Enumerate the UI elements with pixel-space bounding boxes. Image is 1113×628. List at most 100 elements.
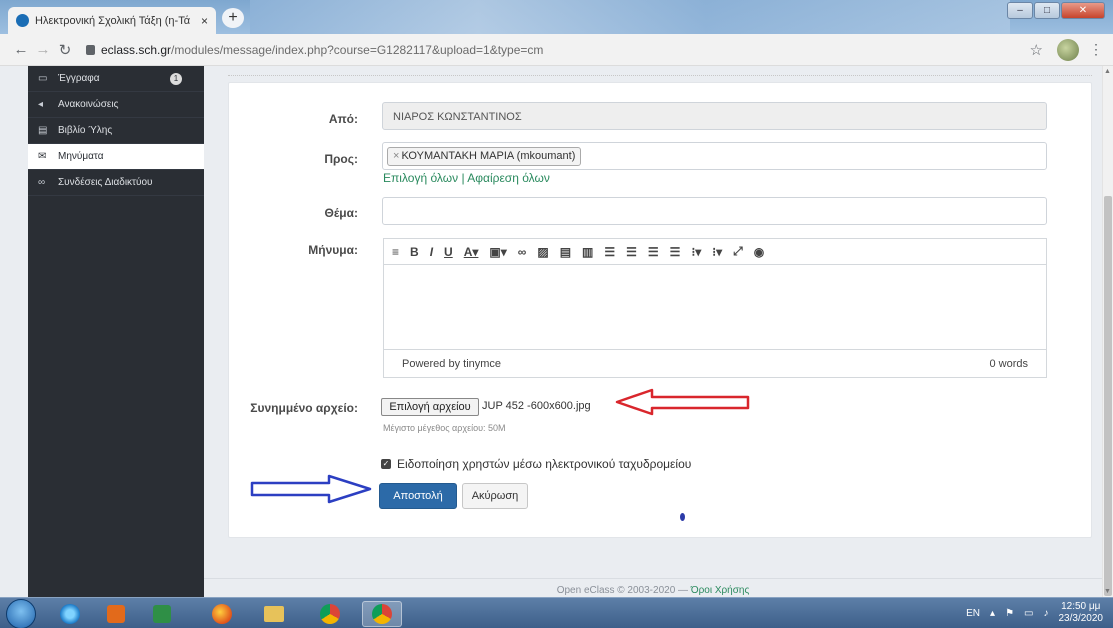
megaphone-icon: ◂ bbox=[38, 99, 44, 110]
format-menu-icon[interactable]: ≡ bbox=[392, 245, 399, 259]
insert-image-icon[interactable]: ▨ bbox=[537, 245, 548, 259]
sidebar-item-messages[interactable]: ✉ Μηνύματα bbox=[28, 144, 204, 170]
word-count: 0 words bbox=[989, 357, 1028, 370]
sidebar-item-documents[interactable]: ▭ Έγγραφα 1 bbox=[28, 66, 204, 92]
language-indicator[interactable]: EN bbox=[966, 608, 980, 619]
mouse-cursor-dot bbox=[680, 513, 685, 521]
scroll-up-arrow-icon[interactable]: ▲ bbox=[1104, 68, 1111, 75]
choose-file-button[interactable]: Επιλογή αρχείου bbox=[381, 398, 479, 416]
internet-explorer-icon[interactable] bbox=[50, 601, 90, 627]
lock-icon bbox=[86, 44, 95, 55]
insert-file-icon[interactable]: ▥ bbox=[582, 245, 593, 259]
volume-icon[interactable]: ♪ bbox=[1044, 608, 1049, 619]
subject-input[interactable] bbox=[382, 197, 1047, 225]
align-justify-icon[interactable]: ☰ bbox=[670, 245, 681, 259]
background-color-icon[interactable]: ▣▾ bbox=[489, 245, 506, 259]
chrome-icon[interactable] bbox=[310, 601, 350, 627]
network-icon[interactable]: ▭ bbox=[1024, 608, 1033, 619]
browser-menu-icon[interactable]: ⋮ bbox=[1089, 41, 1103, 58]
count-badge: 1 bbox=[170, 73, 182, 85]
editor-toolbar: ≡ B I U A▾ ▣▾ ∞ ▨ ▤ ▥ ☰ ☰ ☰ ☰ ⁝▾ ⁝▾ ⤢ ◉ bbox=[384, 239, 1046, 265]
align-center-icon[interactable]: ☰ bbox=[626, 245, 637, 259]
preview-eye-icon[interactable]: ◉ bbox=[754, 245, 764, 259]
folder-icon: ▭ bbox=[38, 73, 48, 84]
from-label: Από: bbox=[328, 112, 358, 126]
recipient-tag-label: ΚΟΥΜΑΝΤΑΚΗ ΜΑΡΙΑ (mkoumant) bbox=[401, 150, 576, 162]
page-scrollbar[interactable]: ▲ ▼ bbox=[1102, 66, 1113, 597]
clock[interactable]: 12:50 μμ 23/3/2020 bbox=[1059, 601, 1104, 625]
sidebar-item-label: Βιβλίο Ύλης bbox=[58, 125, 113, 136]
tray-expand-icon[interactable]: ▴ bbox=[990, 608, 995, 619]
attachment-label: Συνημμένο αρχείο: bbox=[250, 401, 358, 415]
bold-icon[interactable]: B bbox=[410, 245, 419, 259]
sidebar-item-announcements[interactable]: ◂ Ανακοινώσεις bbox=[28, 92, 204, 118]
italic-icon[interactable]: I bbox=[430, 245, 433, 259]
screen: Ηλεκτρονική Σχολική Τάξη (η-Τά × + – □ ✕… bbox=[0, 0, 1113, 628]
reload-icon[interactable]: ↻ bbox=[54, 41, 76, 59]
remove-tag-icon[interactable]: × bbox=[393, 150, 399, 162]
align-right-icon[interactable]: ☰ bbox=[648, 245, 659, 259]
insert-link-icon[interactable]: ∞ bbox=[518, 245, 527, 259]
bookmark-star-icon[interactable]: ☆ bbox=[1030, 41, 1043, 59]
link-separator: | bbox=[461, 171, 465, 185]
link-icon: ∞ bbox=[38, 177, 46, 188]
clock-time: 12:50 μμ bbox=[1061, 601, 1101, 612]
cancel-button[interactable]: Ακύρωση bbox=[462, 483, 528, 509]
minimize-button[interactable]: – bbox=[1007, 2, 1033, 19]
site-favicon-icon bbox=[16, 14, 29, 27]
recipient-tag[interactable]: × ΚΟΥΜΑΝΤΑΚΗ ΜΑΡΙΑ (mkoumant) bbox=[387, 147, 582, 166]
editor-statusbar: Powered by tinymce 0 words bbox=[384, 349, 1046, 377]
red-annotation-arrow-icon bbox=[615, 388, 750, 416]
profile-avatar[interactable] bbox=[1057, 38, 1079, 61]
from-field: ΝΙΑΡΟΣ ΚΩΝΣΤΑΝΤΙΝΟΣ bbox=[382, 102, 1047, 130]
fullscreen-icon[interactable]: ⤢ bbox=[733, 244, 743, 259]
numbered-list-icon[interactable]: ⁝▾ bbox=[712, 245, 722, 259]
forward-arrow-icon[interactable]: → bbox=[32, 41, 54, 58]
scroll-down-arrow-icon[interactable]: ▼ bbox=[1104, 588, 1111, 595]
outlook-icon[interactable] bbox=[96, 601, 136, 627]
select-all-link[interactable]: Επιλογή όλων bbox=[383, 171, 458, 185]
rich-text-editor: ≡ B I U A▾ ▣▾ ∞ ▨ ▤ ▥ ☰ ☰ ☰ ☰ ⁝▾ ⁝▾ ⤢ ◉ bbox=[383, 238, 1047, 378]
text-color-icon[interactable]: A▾ bbox=[464, 245, 479, 259]
taskbar-thumbnails-background bbox=[250, 0, 1010, 34]
url-host: eclass.sch.gr bbox=[101, 42, 172, 57]
align-left-icon[interactable]: ☰ bbox=[604, 245, 615, 259]
underline-icon[interactable]: U bbox=[444, 245, 453, 259]
firefox-icon[interactable] bbox=[202, 601, 242, 627]
browser-tab[interactable]: Ηλεκτρονική Σχολική Τάξη (η-Τά × bbox=[8, 7, 216, 34]
terms-link[interactable]: Όροι Χρήσης bbox=[691, 585, 749, 596]
url-path: /modules/message/index.php?course=G12821… bbox=[171, 42, 544, 57]
scrollbar-thumb[interactable] bbox=[1104, 196, 1112, 596]
calendar-icon: ▤ bbox=[38, 125, 48, 136]
notify-checkbox[interactable]: ✓ bbox=[381, 459, 391, 469]
blue-annotation-arrow-icon bbox=[250, 474, 372, 504]
sidebar-item-syllabus[interactable]: ▤ Βιβλίο Ύλης bbox=[28, 118, 204, 144]
folder-taskbar-icon[interactable] bbox=[254, 601, 294, 627]
window-controls: – □ ✕ bbox=[1007, 2, 1105, 19]
subject-label: Θέμα: bbox=[324, 206, 358, 220]
sidebar-item-label: Συνδέσεις Διαδικτύου bbox=[58, 177, 153, 188]
bullet-list-icon[interactable]: ⁝▾ bbox=[691, 245, 701, 259]
flag-icon[interactable]: ⚑ bbox=[1005, 608, 1014, 619]
insert-media-icon[interactable]: ▤ bbox=[560, 245, 571, 259]
excel-icon[interactable] bbox=[142, 601, 182, 627]
maximize-button[interactable]: □ bbox=[1034, 2, 1060, 19]
back-arrow-icon[interactable]: ← bbox=[10, 41, 32, 58]
window-close-button[interactable]: ✕ bbox=[1061, 2, 1105, 19]
notify-checkbox-row[interactable]: ✓ Ειδοποίηση χρηστών μέσω ηλεκτρονικού τ… bbox=[381, 457, 691, 471]
address-bar: ← → ↻ eclass.sch.gr/modules/message/inde… bbox=[0, 34, 1113, 66]
new-tab-button[interactable]: + bbox=[222, 8, 244, 28]
os-taskbar: EN ▴ ⚑ ▭ ♪ 12:50 μμ 23/3/2020 bbox=[0, 597, 1113, 628]
recipient-links: Επιλογή όλων | Αφαίρεση όλων bbox=[383, 171, 550, 185]
chrome-active-icon[interactable] bbox=[362, 601, 402, 627]
recipients-field[interactable]: × ΚΟΥΜΑΝΤΑΚΗ ΜΑΡΙΑ (mkoumant) bbox=[382, 142, 1047, 170]
editor-body[interactable] bbox=[384, 265, 1046, 349]
tab-close-icon[interactable]: × bbox=[201, 14, 208, 28]
send-button[interactable]: Αποστολή bbox=[379, 483, 457, 509]
notify-label: Ειδοποίηση χρηστών μέσω ηλεκτρονικού ταχ… bbox=[397, 457, 692, 471]
start-button[interactable] bbox=[6, 599, 36, 628]
page-footer: Open eClass © 2003-2020 — Όροι Χρήσης bbox=[204, 578, 1102, 597]
sidebar-item-links[interactable]: ∞ Συνδέσεις Διαδικτύου bbox=[28, 170, 204, 196]
remove-all-link[interactable]: Αφαίρεση όλων bbox=[467, 171, 550, 185]
url-field[interactable]: eclass.sch.gr/modules/message/index.php?… bbox=[86, 43, 1030, 57]
